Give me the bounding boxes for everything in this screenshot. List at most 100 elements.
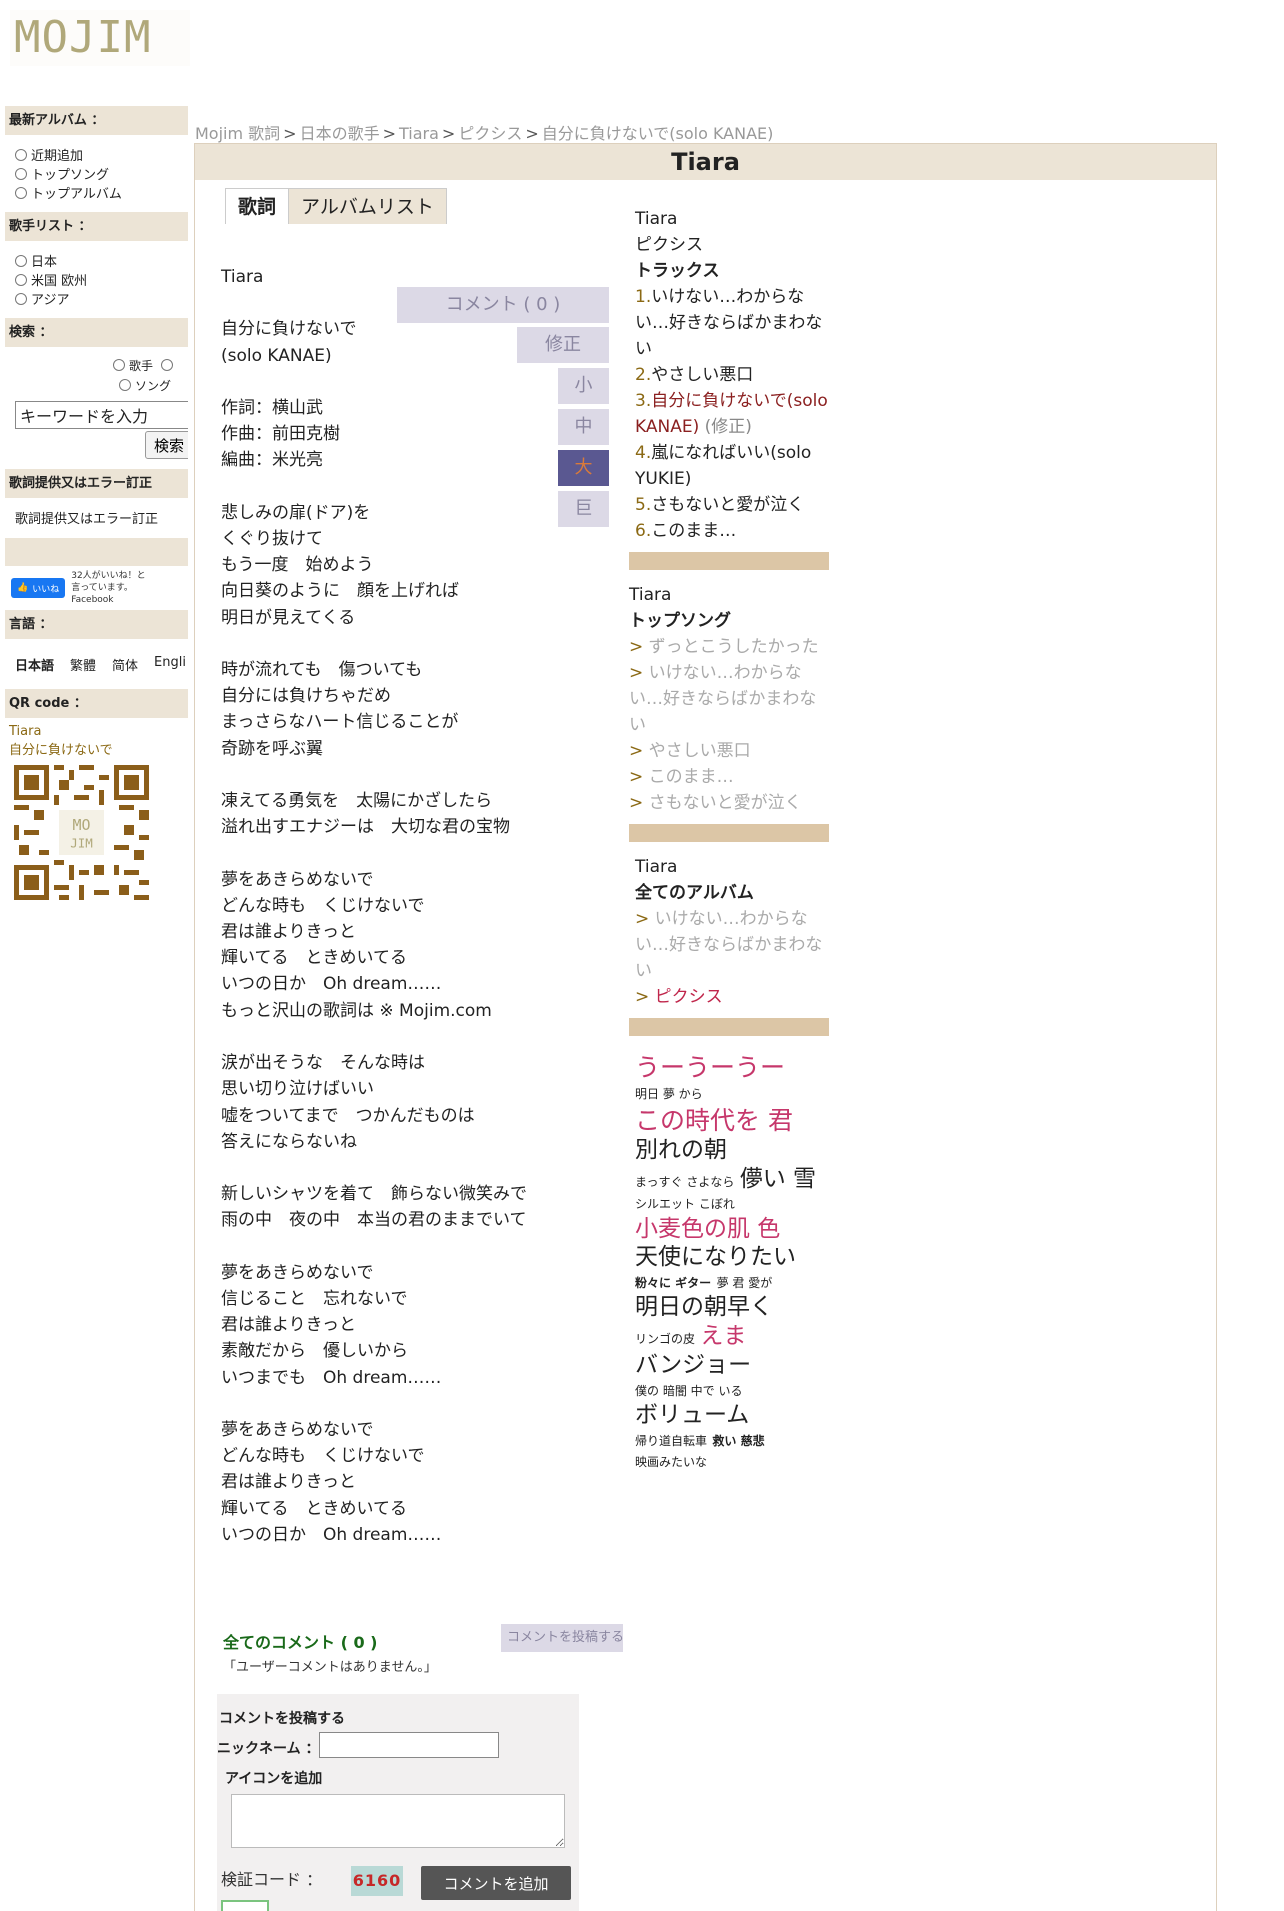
tag-link[interactable]: 儚い 雪	[740, 1166, 816, 1192]
post-comment-button[interactable]: コメントを投稿する	[501, 1624, 623, 1652]
breadcrumb-album[interactable]: ピクシス	[458, 124, 522, 143]
section-divider	[629, 1018, 829, 1036]
radio-top-songs[interactable]: トップソング	[5, 164, 188, 183]
tag-link[interactable]: まっすぐ さよなら	[635, 1175, 734, 1189]
font-size-large-button[interactable]: 大	[558, 450, 609, 486]
track-item-current[interactable]: 3.自分に負けないで(solo KANAE) (修正)	[635, 388, 829, 440]
radio-circle[interactable]	[15, 254, 27, 267]
tag-link[interactable]: 映画みたいな	[635, 1455, 707, 1469]
tag-link[interactable]: リンゴの皮	[635, 1332, 695, 1346]
nickname-input[interactable]	[319, 1732, 499, 1758]
radio-us-europe[interactable]: 米国 欧州	[5, 270, 188, 289]
album-item[interactable]: > いけない…わからない…好きならばかまわない	[635, 906, 829, 984]
albums-heading: 全てのアルバム	[635, 883, 754, 903]
track-item[interactable]: 6.このまま…	[635, 518, 829, 544]
lang-simplified-chinese[interactable]: 简体	[112, 655, 138, 689]
font-size-medium-button[interactable]: 中	[558, 409, 609, 445]
radio-circle[interactable]	[15, 186, 27, 199]
radio-search-artist[interactable]	[113, 359, 125, 371]
qr-heading: QR code ：	[5, 689, 188, 718]
track-item[interactable]: 1.いけない…わからない…好きならばかまわない	[635, 284, 829, 362]
search-type-row-2: ソング	[5, 375, 188, 395]
tracks-album[interactable]: ピクシス	[635, 232, 829, 258]
tag-link[interactable]: 救い 慈悲	[712, 1434, 764, 1448]
thumbs-up-icon: 👍	[17, 583, 29, 593]
qr-song: 自分に負けないで	[9, 743, 113, 758]
language-heading: 言語 ：	[5, 610, 188, 639]
radio-circle[interactable]	[15, 292, 27, 305]
radio-search-other[interactable]	[161, 359, 174, 371]
radio-recent[interactable]: 近期追加	[5, 145, 188, 164]
main-panel: Tiara 歌詞 アルバムリスト Tiara 自分に負けないで (solo KA…	[194, 143, 1217, 1911]
radio-asia[interactable]: アジア	[5, 289, 188, 308]
radio-search-song[interactable]	[119, 379, 131, 391]
tag-link[interactable]: 僕の 暗闇 中で いる	[635, 1384, 742, 1398]
svg-text:MO: MO	[72, 816, 90, 834]
tracks-artist[interactable]: Tiara	[635, 206, 829, 232]
radio-japan[interactable]: 日本	[5, 251, 188, 270]
top-song-item[interactable]: > さもないと愛が泣く	[629, 790, 829, 816]
add-icon-link[interactable]: アイコンを追加	[225, 1768, 322, 1788]
tab-album-list[interactable]: アルバムリスト	[288, 188, 447, 224]
sidebar: 最新アルバム ： 近期追加 トップソング トップアルバム 歌手リスト ： 日本 …	[5, 106, 188, 906]
tag-link[interactable]: この時代を 君	[635, 1106, 793, 1135]
search-input[interactable]	[15, 401, 188, 429]
album-item-current[interactable]: > ピクシス	[635, 984, 829, 1010]
tag-link[interactable]: 明日の朝早く	[635, 1294, 773, 1320]
font-size-huge-button[interactable]: 巨	[558, 491, 609, 527]
breadcrumb-song[interactable]: 自分に負けないで(solo KANAE)	[542, 124, 774, 143]
top-song-item[interactable]: > いけない…わからない…好きならばかまわない	[629, 660, 829, 738]
tag-link[interactable]: 明日 夢 から	[635, 1087, 703, 1101]
radio-circle[interactable]	[15, 148, 27, 161]
artist-list-heading: 歌手リスト ：	[5, 212, 188, 241]
lang-traditional-chinese[interactable]: 繁體	[70, 655, 96, 689]
font-size-small-button[interactable]: 小	[558, 368, 609, 404]
tag-link[interactable]: うーうーうー	[635, 1053, 785, 1082]
comment-textarea[interactable]	[231, 1794, 565, 1848]
top-song-item[interactable]: > ずっとこうしたかった	[629, 634, 829, 660]
track-item[interactable]: 2.やさしい悪口	[635, 362, 829, 388]
tag-link[interactable]: えま	[700, 1323, 746, 1349]
tag-link[interactable]: 夢 君 愛が	[717, 1276, 773, 1290]
top-song-item[interactable]: > やさしい悪口	[629, 738, 829, 764]
site-logo[interactable]: MOJIM	[10, 10, 190, 66]
albums-artist[interactable]: Tiara	[635, 854, 829, 880]
tag-link[interactable]: バンジョー	[635, 1352, 751, 1378]
tag-link[interactable]: 別れの朝	[635, 1137, 727, 1163]
tab-lyrics[interactable]: 歌詞	[225, 188, 289, 224]
lang-english[interactable]: Engli	[154, 655, 186, 689]
tag-link[interactable]: 粉々に ギター	[635, 1276, 711, 1290]
lang-japanese[interactable]: 日本語	[15, 655, 54, 689]
tag-link[interactable]: ボリューム	[635, 1402, 749, 1428]
tag-link[interactable]: 帰り道自転車	[635, 1434, 707, 1448]
add-comment-button[interactable]: コメントを追加	[421, 1866, 571, 1900]
verify-code-input[interactable]	[221, 1900, 269, 1911]
svg-text:JIM: JIM	[70, 836, 93, 851]
search-heading: 検索 ：	[5, 318, 188, 347]
breadcrumb-home[interactable]: Mojim 歌詞	[195, 124, 280, 143]
page-title: Tiara	[195, 144, 1216, 180]
report-link[interactable]: 歌詞提供又はエラー訂正	[5, 498, 188, 538]
edit-button[interactable]: 修正	[517, 327, 609, 363]
radio-circle[interactable]	[15, 273, 27, 286]
search-button[interactable]: 検索	[145, 431, 188, 459]
radio-circle[interactable]	[15, 167, 27, 180]
tracks-heading: トラックス	[635, 261, 720, 281]
tag-link[interactable]: 小麦色の肌 色	[635, 1216, 780, 1242]
track-item[interactable]: 5.さもないと愛が泣く	[635, 492, 829, 518]
tag-link[interactable]: シルエット こぼれ	[635, 1197, 735, 1211]
facebook-like-button[interactable]: 👍 いいね	[11, 578, 66, 598]
no-comments-text: 「ユーザーコメントはありません。」	[223, 1660, 437, 1675]
top-song-item[interactable]: > このまま…	[629, 764, 829, 790]
comment-form: コメントを投稿する ニックネーム ： アイコンを追加 検証コード ： 6160 …	[217, 1694, 579, 1911]
top-songs-artist[interactable]: Tiara	[629, 582, 829, 608]
radio-top-albums[interactable]: トップアルバム	[5, 183, 188, 202]
sidebar-divider	[5, 538, 188, 566]
track-edit-link[interactable]: (修正)	[705, 417, 752, 437]
tag-link[interactable]: 天使になりたい	[635, 1244, 796, 1270]
track-item[interactable]: 4.嵐になればいい(solo YUKIE)	[635, 440, 829, 492]
qr-artist: Tiara	[9, 724, 42, 739]
breadcrumb-artist[interactable]: Tiara	[399, 124, 439, 143]
comment-button[interactable]: コメント ( 0 )	[397, 287, 609, 323]
breadcrumb-japan-artists[interactable]: 日本の歌手	[300, 124, 380, 143]
